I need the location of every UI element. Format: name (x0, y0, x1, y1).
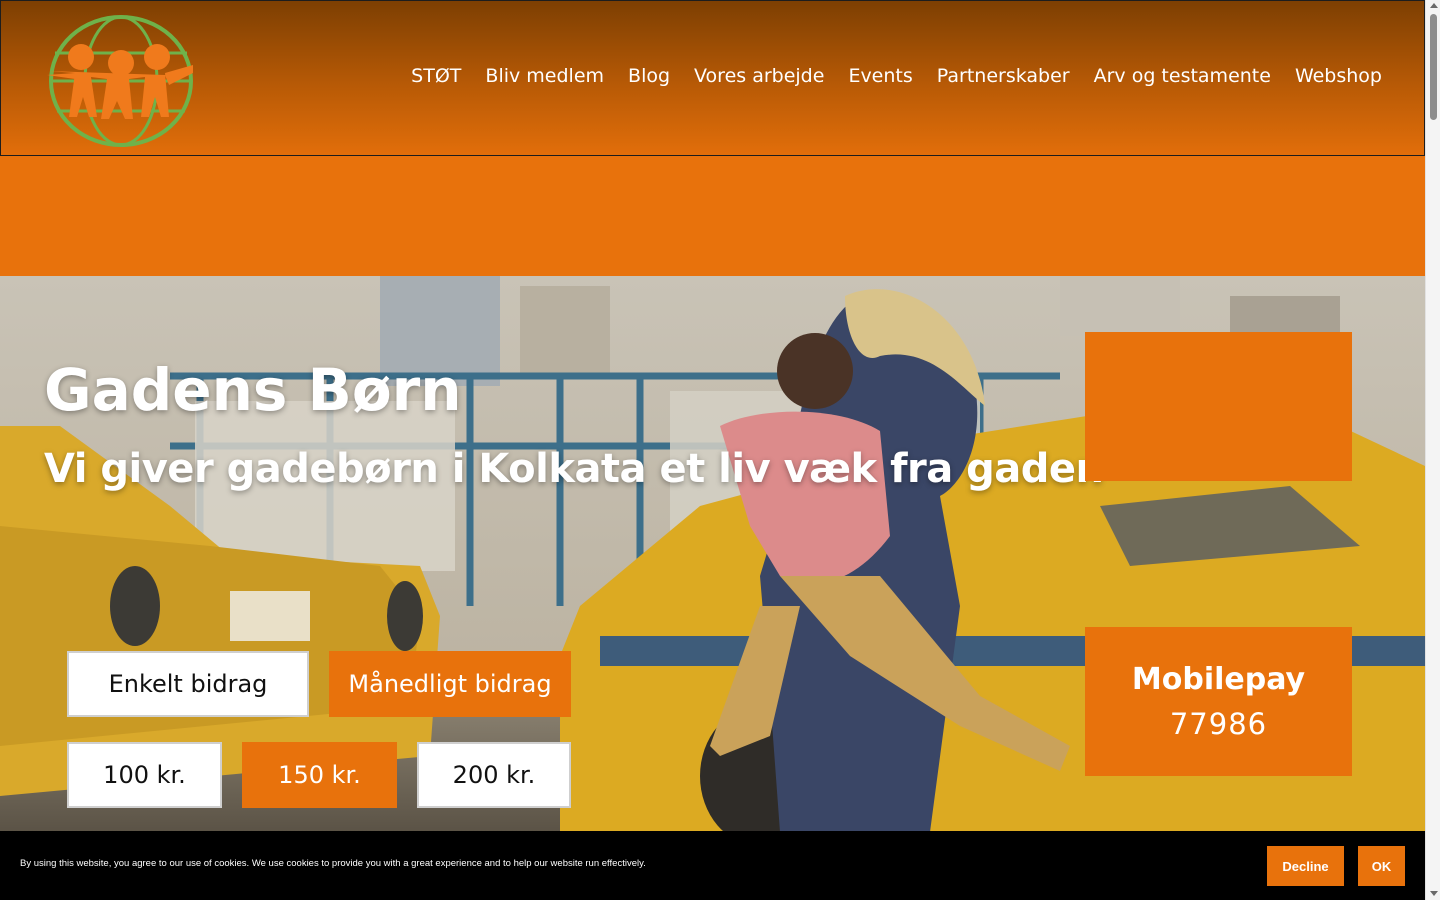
mobilepay-number: 77986 (1169, 706, 1268, 741)
nav-item-arv-og-testamente[interactable]: Arv og testamente (1094, 65, 1271, 87)
nav-item-vores-arbejde[interactable]: Vores arbejde (694, 65, 824, 87)
amount-200-button[interactable]: 200 kr. (417, 742, 571, 808)
cookie-decline-button[interactable]: Decline (1267, 846, 1344, 886)
nav-item-bliv-medlem[interactable]: Bliv medlem (485, 65, 604, 87)
amount-150-button[interactable]: 150 kr. (242, 742, 397, 808)
page: STØT Bliv medlem Blog Vores arbejde Even… (0, 0, 1425, 900)
scroll-down-icon[interactable] (1430, 891, 1438, 896)
nav-item-partnerskaber[interactable]: Partnerskaber (937, 65, 1070, 87)
nav-item-blog[interactable]: Blog (628, 65, 670, 87)
scroll-thumb[interactable] (1430, 14, 1437, 120)
site-header: STØT Bliv medlem Blog Vores arbejde Even… (0, 0, 1425, 156)
cookie-bar: By using this website, you agree to our … (0, 831, 1425, 900)
monthly-donation-button[interactable]: Månedligt bidrag (329, 651, 571, 717)
nav-item-stoet[interactable]: STØT (411, 65, 461, 87)
amount-100-button[interactable]: 100 kr. (67, 742, 222, 808)
hero-subtitle: Vi giver gadebørn i Kolkata et liv væk f… (44, 446, 1104, 492)
logo-icon[interactable] (45, 13, 197, 149)
promo-box (1085, 332, 1352, 481)
mobilepay-label: Mobilepay (1131, 661, 1306, 697)
cookie-text: By using this website, you agree to our … (20, 858, 646, 869)
orange-banner (0, 156, 1425, 276)
main-nav: STØT Bliv medlem Blog Vores arbejde Even… (387, 65, 1382, 87)
mobilepay-box: Mobilepay 77986 (1085, 627, 1352, 776)
nav-item-webshop[interactable]: Webshop (1295, 65, 1382, 87)
hero-title: Gadens Børn (44, 356, 462, 424)
nav-item-events[interactable]: Events (848, 65, 912, 87)
scroll-up-icon[interactable] (1430, 3, 1438, 8)
single-donation-button[interactable]: Enkelt bidrag (67, 651, 309, 717)
page-scrollbar[interactable] (1425, 0, 1440, 900)
cookie-ok-button[interactable]: OK (1358, 846, 1405, 886)
